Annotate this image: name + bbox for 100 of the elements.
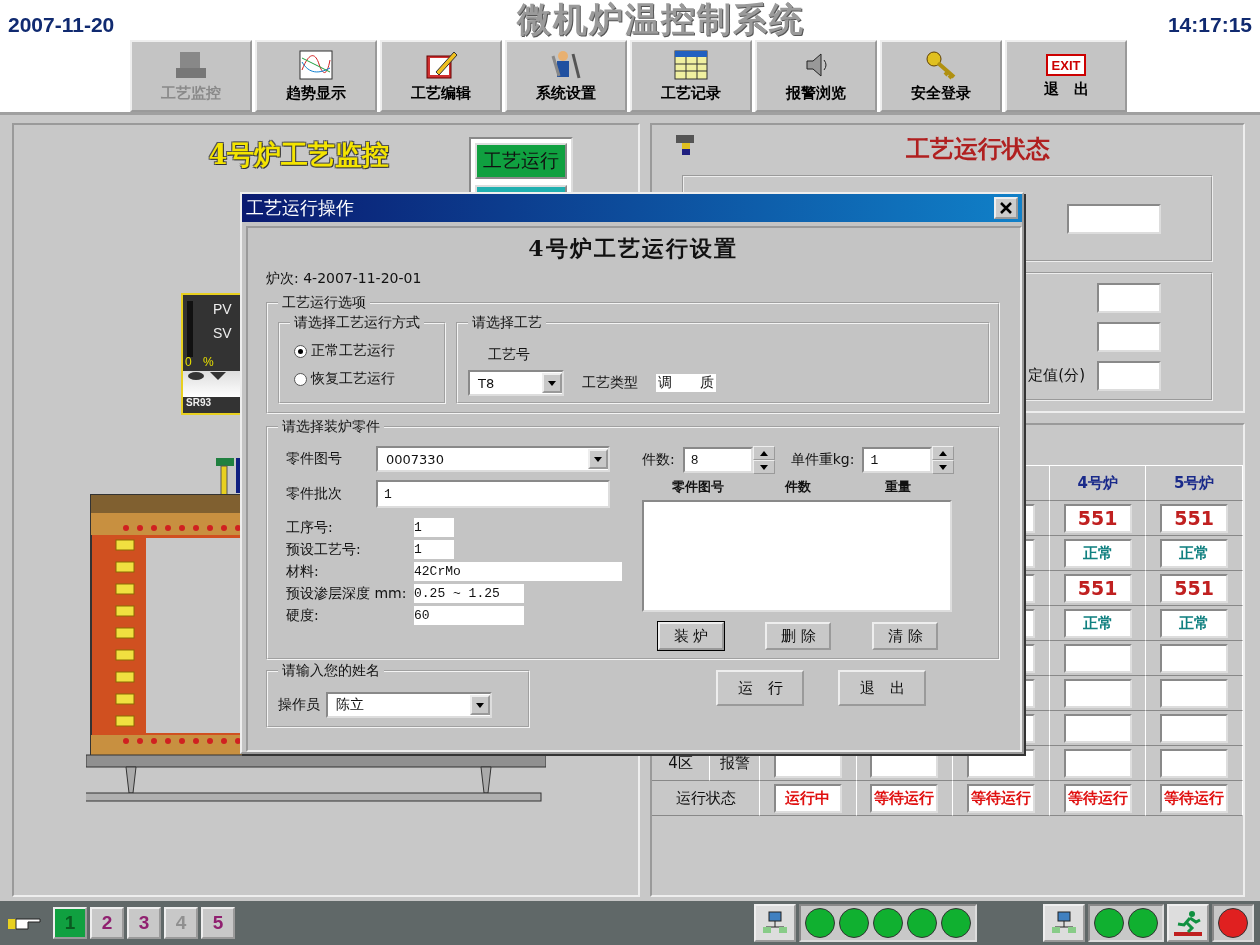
value-field [1063, 748, 1132, 778]
value-field: 运行中 [773, 783, 842, 813]
part-number-dropdown[interactable]: 0007330 [376, 446, 610, 472]
key-icon [924, 49, 958, 80]
notebook-pencil-icon [424, 49, 458, 80]
spin-down-button[interactable] [752, 460, 775, 474]
toolbar-button[interactable]: 报警浏览 [755, 40, 877, 112]
table-icon [674, 49, 708, 80]
value-field: 等待运行 [1063, 783, 1132, 813]
field-label: 材料: [286, 562, 320, 581]
page-button[interactable]: 2 [90, 907, 124, 939]
page-button[interactable]: 3 [127, 907, 161, 939]
up-arrow-icon [939, 450, 948, 456]
batch-text: 炉次: 4-2007-11-20-01 [266, 270, 423, 288]
value-field: 正常 [1063, 608, 1132, 638]
mode-radio[interactable]: 恢复工艺运行 [294, 370, 434, 388]
value-field: 正常 [1160, 608, 1229, 638]
value-field [1160, 748, 1229, 778]
value-field: 等待运行 [1160, 783, 1229, 813]
network-icon [754, 904, 796, 942]
value-field [1160, 678, 1229, 708]
running-man-icon[interactable] [1167, 904, 1209, 942]
spin-down-button[interactable] [932, 460, 955, 474]
page-button[interactable]: 5 [201, 907, 235, 939]
toolbar-button[interactable]: 工艺记录 [630, 40, 752, 112]
value-field: 正常 [1063, 538, 1132, 568]
down-arrow-icon [759, 464, 768, 470]
value-field [1063, 713, 1132, 743]
worker-tools-icon [549, 49, 583, 80]
detail-value: 1 [414, 518, 454, 537]
zero-label: 0 [185, 355, 192, 369]
row-label: 报警 [719, 753, 750, 773]
toolbar-button[interactable]: EXIT 退 出 [1005, 40, 1127, 112]
time-text: 14:17:15 [1167, 13, 1252, 37]
setting-label: 定值(分) [1028, 366, 1085, 385]
toolbar-button[interactable]: 工艺编辑 [380, 40, 502, 112]
toolbar-button[interactable]: 系统设置 [505, 40, 627, 112]
process-dropdown[interactable]: T8 [468, 370, 564, 396]
value-field [1160, 713, 1229, 743]
dialog-button[interactable]: 退 出 [838, 670, 926, 706]
parts-list[interactable] [642, 500, 952, 612]
network-icon [1043, 904, 1085, 942]
value-field: 等待运行 [870, 783, 939, 813]
pv-label: PV [213, 301, 232, 317]
detail-value: 1 [414, 540, 454, 559]
down-arrow-icon [939, 464, 948, 470]
field-label: 单件重kg: [790, 451, 855, 469]
list-action-button[interactable]: 删 除 [765, 622, 832, 650]
group-label: 请选择装炉零件 [278, 418, 384, 436]
field-label: 预设工艺号: [286, 540, 362, 559]
value-field: 551 [1160, 503, 1229, 533]
column-header: 5号炉 [1146, 466, 1243, 501]
value-field [1160, 643, 1229, 673]
status-title: 工艺运行状态 [905, 133, 1050, 165]
sv-label: SV [213, 325, 232, 341]
list-column-header: 件数 [783, 478, 813, 496]
field-label: 预设渗层深度 mm: [286, 584, 408, 603]
weight-field[interactable]: 1 [862, 447, 933, 473]
dialog-button[interactable]: 运 行 [716, 670, 804, 706]
list-action-button[interactable]: 清 除 [872, 622, 939, 650]
value-field: 551 [1063, 573, 1132, 603]
furnace-icon [174, 49, 208, 80]
monitor-title: 4号炉工艺监控 [208, 138, 390, 172]
value-field: 等待运行 [967, 783, 1035, 813]
percent-label: % [203, 355, 214, 369]
down-arrow-icon [476, 702, 484, 708]
mode-radio[interactable]: 正常工艺运行 [294, 342, 434, 360]
dialog-heading: 4号炉工艺运行设置 [528, 234, 738, 263]
detail-value: 42CrMo [414, 562, 622, 581]
value-field: 551 [1160, 573, 1229, 603]
operator-dropdown[interactable]: 陈立 [326, 692, 492, 718]
field-label: 零件批次 [286, 485, 343, 503]
close-button[interactable] [994, 197, 1018, 219]
setting-field [1097, 282, 1161, 313]
list-column-header: 零件图号 [671, 478, 726, 496]
field-label: 件数: [642, 451, 675, 469]
trend-chart-icon [299, 49, 333, 80]
value-field: 551 [1063, 503, 1132, 533]
toolbar-button[interactable]: 安全登录 [880, 40, 1002, 112]
lot-field[interactable]: 1 [376, 480, 610, 508]
exit-sign-icon: EXIT [1046, 53, 1086, 76]
toolbar-button[interactable]: 趋势显示 [255, 40, 377, 112]
spin-up-button[interactable] [932, 446, 955, 460]
group-label: 请选择工艺 [468, 314, 546, 332]
count-field[interactable]: 8 [682, 447, 753, 473]
down-arrow-icon [594, 456, 602, 462]
eye-icon [187, 371, 205, 381]
detail-value: 0.25 ~ 1.25 [414, 584, 524, 603]
list-column-header: 重量 [884, 478, 913, 496]
group-label: 请选择工艺运行方式 [290, 314, 424, 332]
detail-value: 60 [414, 606, 524, 625]
list-action-button[interactable]: 装 炉 [658, 622, 724, 650]
system-title: 微机炉温控制系统 [517, 0, 806, 40]
dialog-title: 工艺运行操作 [246, 196, 354, 220]
date-text: 2007-11-20 [8, 13, 115, 37]
field-label: 工艺号 [488, 346, 531, 364]
side-button[interactable]: 工艺运行 [475, 143, 568, 179]
up-arrow-icon [759, 450, 768, 456]
spin-up-button[interactable] [752, 446, 775, 460]
group-label: 请输入您的姓名 [278, 662, 384, 680]
